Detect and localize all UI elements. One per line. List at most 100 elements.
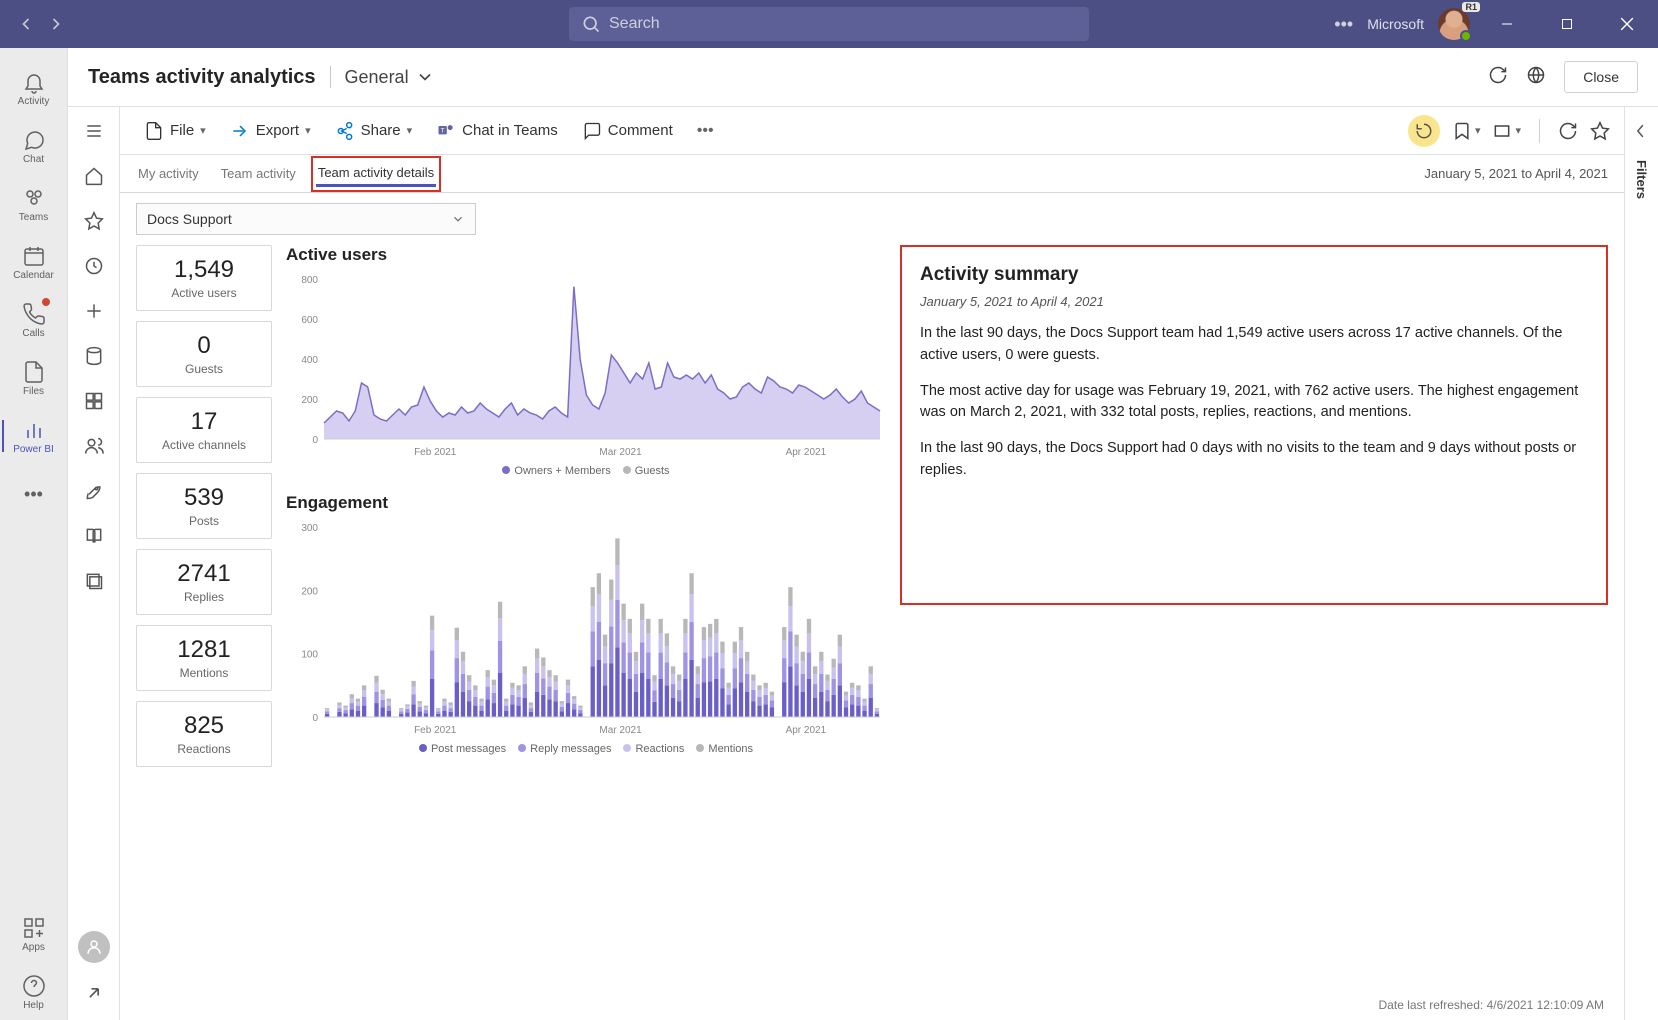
view-menu[interactable]: ▾	[1492, 121, 1521, 141]
svg-text:400: 400	[301, 355, 318, 366]
close-window-button[interactable]	[1604, 8, 1650, 40]
maximize-button[interactable]	[1544, 8, 1590, 40]
team-selector[interactable]: Docs Support	[136, 203, 476, 235]
svg-text:200: 200	[301, 586, 318, 597]
rocket-icon[interactable]	[84, 481, 104, 506]
avatar[interactable]: R1	[1438, 8, 1470, 40]
stat-mentions: 1281Mentions	[136, 625, 272, 691]
expand-filters-icon[interactable]	[1632, 121, 1652, 146]
home-icon[interactable]	[84, 166, 104, 191]
channel-selector[interactable]: General	[345, 67, 435, 88]
create-icon[interactable]	[84, 301, 104, 326]
stat-posts: 539Posts	[136, 473, 272, 539]
file-icon	[22, 360, 46, 384]
share-menu[interactable]: Share▾	[325, 115, 423, 147]
rail-help[interactable]: Help	[2, 964, 66, 1020]
report-tabs: My activity Team activity Team activity …	[120, 155, 1624, 193]
report-toolbar: File▾ Export▾ Share▾ T Chat in Teams	[120, 107, 1624, 155]
powerbi-icon	[22, 418, 46, 442]
chevron-down-icon	[415, 67, 435, 87]
notification-dot	[42, 298, 50, 306]
svg-text:Apr 2021: Apr 2021	[786, 447, 827, 458]
teams-chat-icon: T	[436, 121, 456, 141]
calendar-icon	[22, 244, 46, 268]
star-icon[interactable]	[84, 211, 104, 236]
svg-text:Apr 2021: Apr 2021	[786, 725, 827, 736]
comment-icon	[582, 121, 602, 141]
database-icon[interactable]	[84, 346, 104, 371]
svg-text:600: 600	[301, 315, 318, 326]
stat-channels: 17Active channels	[136, 397, 272, 463]
back-button[interactable]	[12, 10, 40, 38]
rail-activity[interactable]: Activity	[2, 60, 66, 116]
refresh-button[interactable]	[1488, 65, 1508, 90]
presence-indicator	[1460, 30, 1472, 42]
help-icon	[22, 974, 46, 998]
app-rail: Activity Chat Teams Calendar Calls Files…	[0, 48, 68, 1020]
org-name: Microsoft	[1367, 16, 1424, 32]
page-title: Teams activity analytics	[88, 66, 316, 89]
favorite-button[interactable]	[1590, 121, 1610, 141]
svg-text:Mar 2021: Mar 2021	[599, 447, 642, 458]
tab-team-activity[interactable]: Team activity	[219, 162, 298, 185]
close-button[interactable]: Close	[1564, 61, 1638, 93]
teams-icon	[22, 186, 46, 210]
chart-active-users: Active users 0200400600800Feb 2021Mar 20…	[286, 245, 886, 477]
filters-label[interactable]: Filters	[1634, 160, 1649, 199]
summary-p3: In the last 90 days, the Docs Support ha…	[920, 438, 1588, 482]
chart-active-users-svg: 0200400600800Feb 2021Mar 2021Apr 2021	[286, 271, 886, 461]
search-input[interactable]: Search	[569, 7, 1089, 41]
recent-icon[interactable]	[84, 256, 104, 281]
summary-p2: The most active day for usage was Februa…	[920, 381, 1588, 425]
date-range: January 5, 2021 to April 4, 2021	[1424, 166, 1608, 181]
user-avatar-small[interactable]	[78, 931, 110, 963]
phone-icon	[22, 302, 46, 326]
summary-title: Activity summary	[920, 261, 1588, 290]
stat-active-users: 1,549Active users	[136, 245, 272, 311]
export-icon	[230, 121, 250, 141]
avatar-badge: R1	[1462, 2, 1480, 12]
open-external-icon[interactable]	[84, 983, 104, 1008]
browse-icon[interactable]	[84, 571, 104, 596]
secondary-rail	[68, 107, 120, 1020]
svg-text:200: 200	[301, 395, 318, 406]
chat-in-teams-button[interactable]: T Chat in Teams	[426, 115, 568, 147]
refresh-report-button[interactable]	[1558, 121, 1578, 141]
rail-teams[interactable]: Teams	[2, 176, 66, 232]
globe-button[interactable]	[1526, 65, 1546, 90]
reset-button[interactable]	[1408, 115, 1440, 147]
svg-text:Feb 2021: Feb 2021	[414, 447, 457, 458]
chevron-down-icon	[451, 212, 465, 226]
refresh-timestamp: Date last refreshed: 4/6/2021 12:10:09 A…	[1379, 998, 1604, 1012]
rail-powerbi[interactable]: Power BI	[2, 408, 66, 464]
filters-rail: Filters	[1624, 107, 1658, 1020]
minimize-button[interactable]	[1484, 8, 1530, 40]
svg-text:Feb 2021: Feb 2021	[414, 725, 457, 736]
hamburger-icon[interactable]	[84, 121, 104, 146]
export-menu[interactable]: Export▾	[220, 115, 321, 147]
toolbar-more[interactable]: •••	[687, 116, 724, 146]
learn-icon[interactable]	[84, 526, 104, 551]
people-icon[interactable]	[84, 436, 104, 461]
bookmark-menu[interactable]: ▾	[1452, 121, 1481, 141]
tab-my-activity[interactable]: My activity	[136, 162, 201, 185]
more-icon[interactable]: •••	[1334, 14, 1353, 35]
workspace-icon[interactable]	[84, 391, 104, 416]
rail-more[interactable]: •••	[2, 466, 66, 522]
rail-apps[interactable]: Apps	[2, 906, 66, 962]
svg-text:Mar 2021: Mar 2021	[599, 725, 642, 736]
rail-files[interactable]: Files	[2, 350, 66, 406]
svg-text:100: 100	[301, 650, 318, 661]
rail-calendar[interactable]: Calendar	[2, 234, 66, 290]
summary-range: January 5, 2021 to April 4, 2021	[920, 292, 1588, 312]
forward-button[interactable]	[42, 10, 70, 38]
chat-icon	[22, 128, 46, 152]
stat-guests: 0Guests	[136, 321, 272, 387]
rail-chat[interactable]: Chat	[2, 118, 66, 174]
stat-reactions: 825Reactions	[136, 701, 272, 767]
rail-calls[interactable]: Calls	[2, 292, 66, 348]
search-icon	[581, 14, 601, 34]
file-menu[interactable]: File▾	[134, 115, 216, 147]
comment-button[interactable]: Comment	[572, 115, 683, 147]
tab-team-activity-details[interactable]: Team activity details	[316, 161, 436, 187]
